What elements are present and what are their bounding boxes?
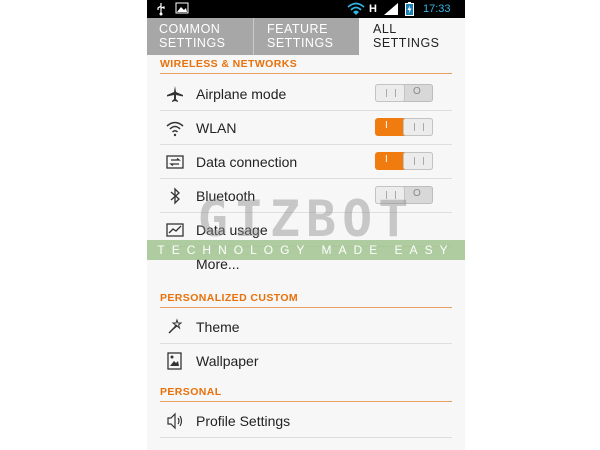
- setting-label: Airplane mode: [196, 86, 287, 102]
- signal-icon: [384, 3, 398, 15]
- tab-all-settings[interactable]: ALL SETTINGS: [359, 18, 465, 55]
- wifi-icon: [166, 121, 184, 137]
- setting-label: WLAN: [196, 120, 237, 136]
- network-type: H: [369, 3, 377, 15]
- watermark-tagline: TECHNOLOGY MADE EASY: [147, 240, 465, 260]
- wallpaper-icon: [167, 352, 182, 370]
- setting-airplane-mode[interactable]: Airplane mode O: [160, 77, 452, 111]
- battery-icon: [405, 2, 414, 16]
- data-connection-toggle[interactable]: I: [375, 152, 433, 170]
- setting-label: Data connection: [196, 154, 298, 170]
- data-connection-icon: [166, 155, 184, 169]
- setting-label: Theme: [196, 319, 240, 335]
- tab-common-settings[interactable]: COMMON SETTINGS: [147, 18, 253, 55]
- wifi-icon: [347, 2, 365, 15]
- status-bar: H 17:33: [147, 0, 465, 18]
- setting-label: Profile Settings: [196, 413, 291, 429]
- setting-profile-settings[interactable]: Profile Settings: [160, 404, 452, 438]
- airplane-mode-toggle[interactable]: O: [375, 84, 433, 102]
- wlan-toggle[interactable]: I: [375, 118, 433, 136]
- setting-wallpaper[interactable]: Wallpaper: [160, 344, 452, 378]
- setting-wlan[interactable]: WLAN I: [160, 111, 452, 145]
- airplane-icon: [167, 86, 183, 102]
- section-personalized-custom: PERSONALIZED CUSTOM: [160, 292, 452, 308]
- speaker-icon: [167, 412, 183, 430]
- tab-feature-settings[interactable]: FEATURE SETTINGS: [253, 18, 359, 55]
- tab-bar: COMMON SETTINGS FEATURE SETTINGS ALL SET…: [147, 18, 465, 55]
- image-icon: [175, 2, 189, 14]
- status-time: 17:33: [423, 3, 451, 15]
- section-wireless-networks: WIRELESS & NETWORKS: [160, 58, 452, 74]
- theme-icon: [168, 318, 183, 334]
- usb-icon: [157, 3, 165, 16]
- setting-data-connection[interactable]: Data connection I: [160, 145, 452, 179]
- section-personal: PERSONAL: [160, 386, 452, 402]
- setting-theme[interactable]: Theme: [160, 310, 452, 344]
- setting-label: Wallpaper: [196, 353, 259, 369]
